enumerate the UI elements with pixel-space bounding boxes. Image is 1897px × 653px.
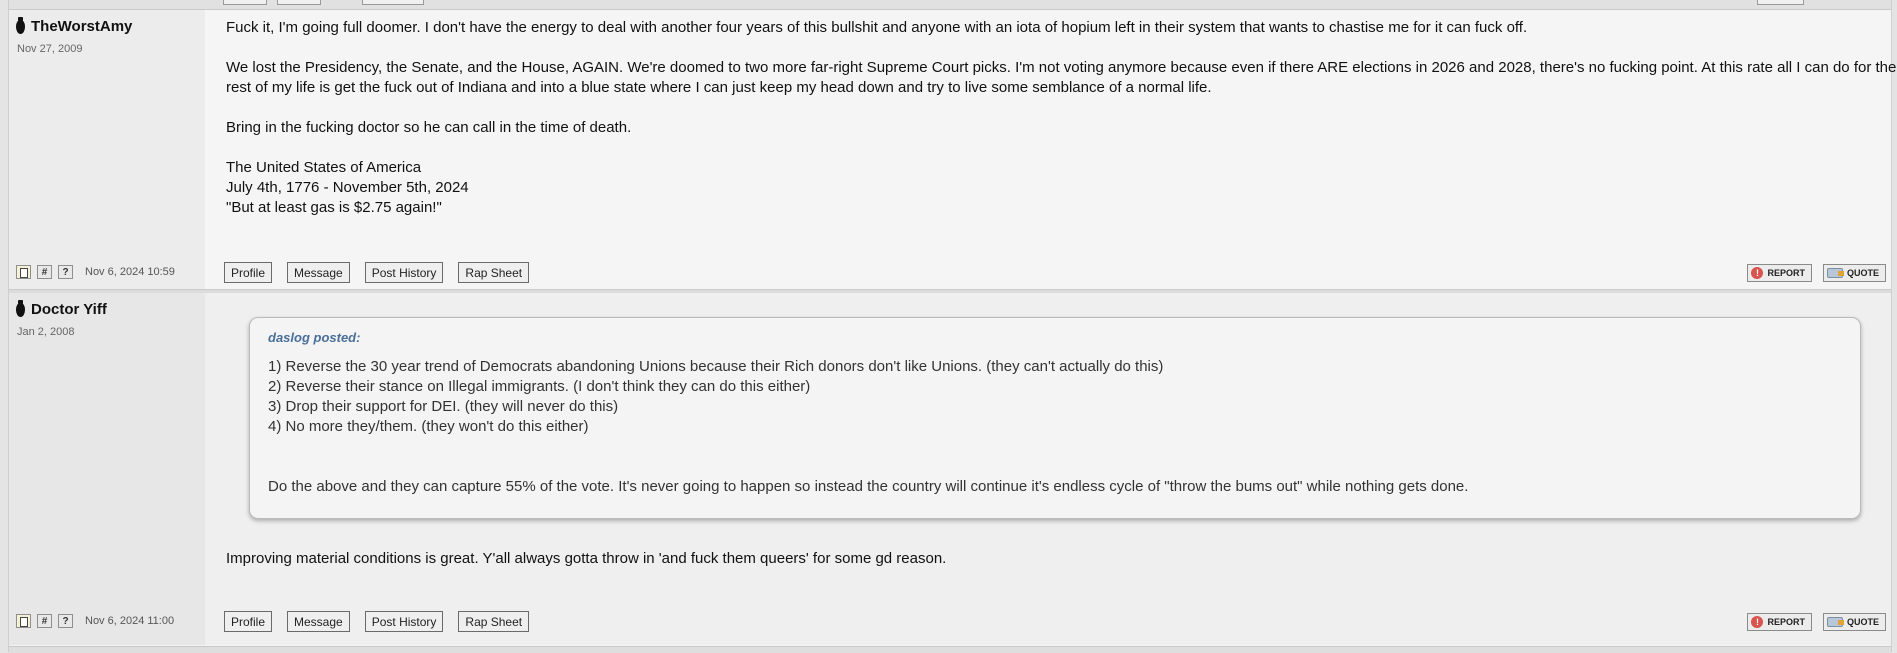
hash-icon[interactable]: # <box>37 265 52 279</box>
post-history-button[interactable]: Post History <box>364 611 444 632</box>
author[interactable]: Doctor Yiff <box>16 299 107 318</box>
author[interactable]: TheWorstAmy <box>16 16 132 35</box>
post-date: Nov 6, 2024 11:00 <box>85 615 175 627</box>
report-button[interactable]: ! REPORT <box>1747 613 1812 631</box>
post-footer: # ? Nov 6, 2024 11:00 Profile Message Po… <box>9 609 1891 641</box>
message-button[interactable]: Message <box>287 262 350 283</box>
post-line: July 4th, 1776 - November 5th, 2024 <box>226 179 469 196</box>
post-line: The United States of America <box>226 159 422 176</box>
author-name[interactable]: TheWorstAmy <box>31 18 132 35</box>
post-paragraph: Fuck it, I'm going full doomer. I don't … <box>226 18 1883 38</box>
post-paragraph: Bring in the fucking doctor so he can ca… <box>226 118 1883 138</box>
alert-icon: ! <box>1751 267 1764 279</box>
post-line: "But at least gas is $2.75 again!" <box>226 199 442 216</box>
quote-button[interactable]: QUOTE <box>1822 613 1886 631</box>
post-footer: # ? Nov 6, 2024 10:59 Profile Message Po… <box>9 260 1891 292</box>
grenade-icon <box>16 299 25 317</box>
post-line: Bring in the fucking doctor so he can ca… <box>226 119 632 136</box>
question-icon[interactable]: ? <box>58 265 73 279</box>
grenade-icon <box>16 16 25 34</box>
previous-button-edge[interactable] <box>362 0 424 5</box>
post-paragraph: We lost the Presidency, the Senate, and … <box>226 58 1896 98</box>
post-body: Fuck it, I'm going full doomer. I don't … <box>226 18 1896 238</box>
quote-line: 1) Reverse the 30 year trend of Democrat… <box>268 358 1164 375</box>
post-line: Fuck it, I'm going full doomer. I don't … <box>226 19 1528 36</box>
quote-icon <box>1826 268 1844 278</box>
message-button[interactable]: Message <box>287 611 350 632</box>
user-info: TheWorstAmy Nov 27, 2009 <box>9 10 205 290</box>
quote-button[interactable]: QUOTE <box>1822 264 1886 282</box>
user-info: Doctor Yiff Jan 2, 2008 <box>9 293 205 645</box>
profile-buttons: Profile Message Post History Rap Sheet <box>224 262 530 283</box>
previous-button-edge[interactable] <box>1757 0 1804 5</box>
report-label: REPORT <box>1767 268 1805 278</box>
previous-button-edge[interactable] <box>277 0 321 5</box>
post-paragraph: The United States of America July 4th, 17… <box>226 158 1883 218</box>
post-body: Improving material conditions is great. … <box>226 550 947 567</box>
previous-post-footer-edge <box>9 0 1891 10</box>
post-actions: ! REPORT QUOTE <box>1747 613 1886 631</box>
post-line: rest of my life is get the fuck out of I… <box>226 79 1212 96</box>
quote-icon <box>1826 617 1844 627</box>
post-actions: ! REPORT QUOTE <box>1747 264 1886 282</box>
profile-button[interactable]: Profile <box>224 262 273 283</box>
quote-line: Do the above and they can capture 55% of… <box>268 478 1469 495</box>
alert-icon: ! <box>1751 616 1764 628</box>
post-icons: # ? <box>16 614 73 628</box>
quote-line: 3) Drop their support for DEI. (they wil… <box>268 398 619 415</box>
rap-sheet-button[interactable]: Rap Sheet <box>458 262 530 283</box>
question-icon[interactable]: ? <box>58 614 73 628</box>
quote-line: 4) No more they/them. (they won't do thi… <box>268 418 589 435</box>
report-button[interactable]: ! REPORT <box>1747 264 1812 282</box>
quote-header[interactable]: daslog posted: <box>268 330 360 345</box>
profile-button[interactable]: Profile <box>224 611 273 632</box>
registration-date: Jan 2, 2008 <box>17 326 75 338</box>
post-date: Nov 6, 2024 10:59 <box>85 266 175 278</box>
report-label: REPORT <box>1767 617 1805 627</box>
profile-buttons: Profile Message Post History Rap Sheet <box>224 611 530 632</box>
post: TheWorstAmy Nov 27, 2009 Fuck it, I'm go… <box>9 10 1896 292</box>
previous-button-edge[interactable] <box>223 0 267 5</box>
post-history-button[interactable]: Post History <box>364 262 444 283</box>
quote-label: QUOTE <box>1846 268 1879 278</box>
author-name[interactable]: Doctor Yiff <box>31 301 107 318</box>
thread-frame: TheWorstAmy Nov 27, 2009 Fuck it, I'm go… <box>8 0 1896 653</box>
post: Doctor Yiff Jan 2, 2008 daslog posted: 1… <box>9 293 1891 645</box>
document-icon[interactable] <box>16 265 31 279</box>
post-icons: # ? <box>16 265 73 279</box>
registration-date: Nov 27, 2009 <box>17 43 83 55</box>
rap-sheet-button[interactable]: Rap Sheet <box>458 611 530 632</box>
quoted-post: daslog posted: 1) Reverse the 30 year tr… <box>249 317 1861 519</box>
quote-line: 2) Reverse their stance on Illegal immig… <box>268 378 811 395</box>
quote-label: QUOTE <box>1846 617 1879 627</box>
document-icon[interactable] <box>16 614 31 628</box>
post-line: We lost the Presidency, the Senate, and … <box>226 59 1897 76</box>
hash-icon[interactable]: # <box>37 614 52 628</box>
